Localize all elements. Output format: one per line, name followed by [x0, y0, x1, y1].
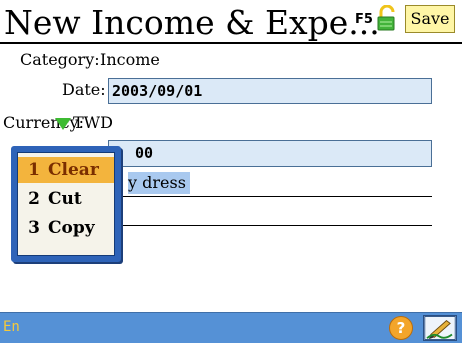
menu-item-number: 3	[28, 218, 40, 238]
input-mode-indicator[interactable]: En	[3, 319, 20, 335]
menu-item-label: Cut	[48, 189, 82, 209]
note-line-2	[108, 225, 432, 226]
note-selected-text[interactable]: y dress	[128, 172, 190, 194]
amount-value: 00	[135, 144, 154, 162]
date-field[interactable]: 2003/09/01	[108, 78, 432, 104]
date-label: Date:	[62, 80, 106, 99]
dropdown-triangle-icon[interactable]	[55, 118, 71, 130]
screen: New Income & Expe... F5 Save Category: I…	[0, 0, 462, 343]
pen-icon[interactable]	[423, 315, 457, 341]
unlocked-padlock-icon[interactable]	[377, 5, 399, 31]
currency-value[interactable]: TWD	[73, 113, 113, 132]
menu-item-number: 1	[28, 160, 40, 180]
context-menu-body: 1 Clear 2 Cut 3 Copy	[17, 152, 115, 256]
menu-item-cut[interactable]: 2 Cut	[18, 186, 114, 212]
menu-item-label: Copy	[48, 218, 95, 238]
menu-item-number: 2	[28, 189, 40, 209]
title-divider	[0, 42, 462, 44]
status-bar: En ?	[0, 312, 462, 343]
save-button[interactable]: Save	[405, 5, 455, 33]
context-menu: 1 Clear 2 Cut 3 Copy	[11, 146, 121, 262]
category-label: Category:	[20, 50, 100, 69]
amount-field[interactable]: 00	[108, 140, 432, 167]
f5-key-label: F5	[355, 12, 373, 27]
page-title: New Income & Expe...	[4, 3, 380, 42]
menu-item-label: Clear	[48, 160, 99, 180]
help-icon[interactable]: ?	[389, 316, 413, 340]
menu-item-clear[interactable]: 1 Clear	[18, 157, 114, 183]
menu-item-copy[interactable]: 3 Copy	[18, 215, 114, 241]
category-value[interactable]: Income	[100, 50, 160, 69]
currency-label: Currency:	[3, 113, 85, 132]
note-line-1	[108, 196, 432, 197]
